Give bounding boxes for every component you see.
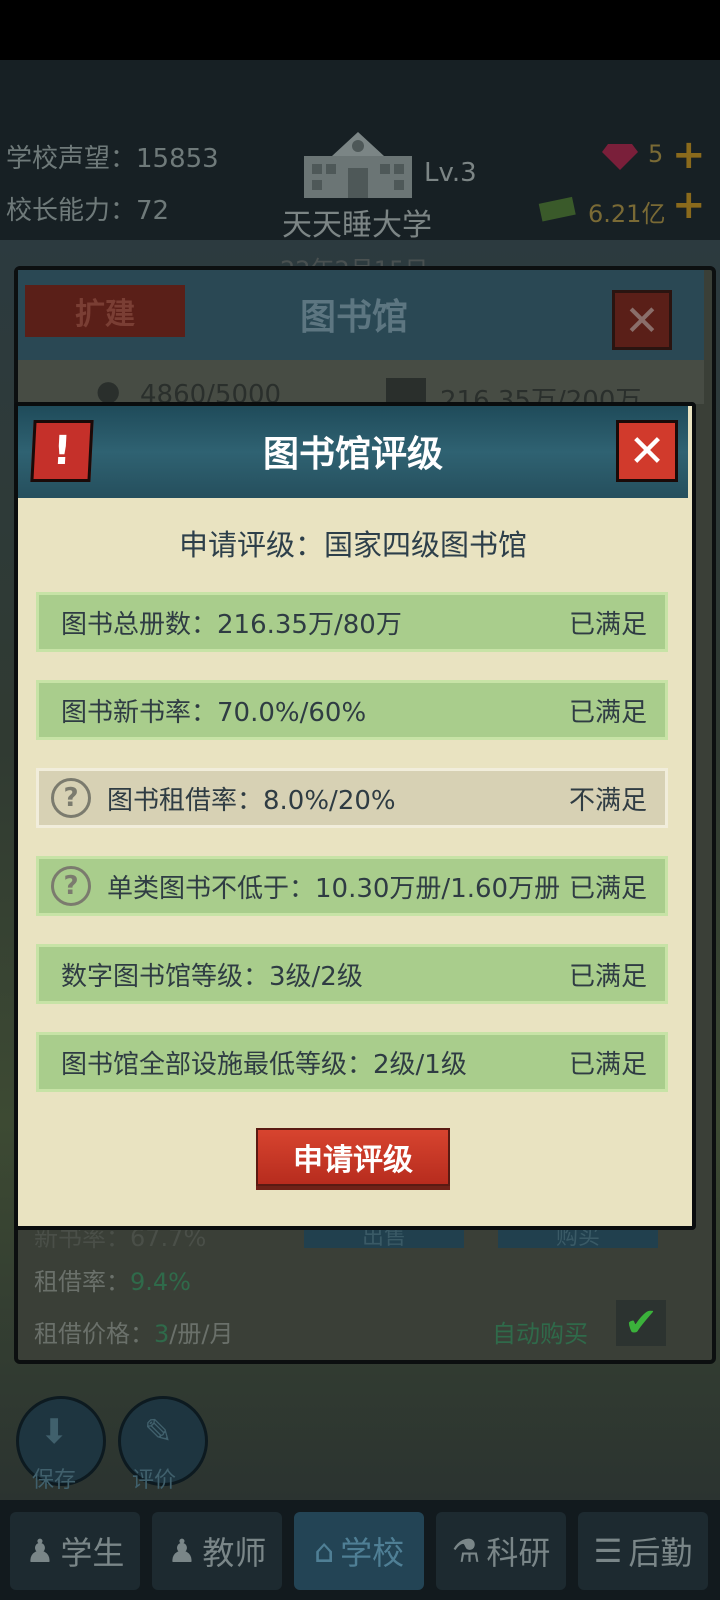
requirement-text: 单类图书不低于：10.30万册/1.60万册 xyxy=(107,873,561,904)
nav-research[interactable]: ⚗ 科研 xyxy=(436,1512,566,1590)
requirement-row: 图书新书率：70.0%/60% 已满足 xyxy=(36,680,668,740)
borrow-rate-row: 租借率：9.4% xyxy=(34,1268,191,1296)
school-icon: ⌂ xyxy=(313,1532,335,1570)
library-close-icon[interactable]: ✕ xyxy=(612,290,672,350)
requirement-text: 图书租借率：8.0%/20% xyxy=(107,785,396,816)
download-icon: ⬇ xyxy=(40,1412,69,1452)
money-icon xyxy=(538,194,578,226)
add-gems-button[interactable]: + xyxy=(672,135,706,175)
auto-buy-label: 自动购买 xyxy=(492,1320,588,1348)
nav-students[interactable]: ♟ 学生 xyxy=(10,1512,140,1590)
requirement-row: ? 图书租借率：8.0%/20% 不满足 xyxy=(36,768,668,828)
requirement-text: 图书馆全部设施最低等级：2级/1级 xyxy=(61,1049,467,1080)
expand-button[interactable]: 扩建 xyxy=(25,285,185,337)
price-row: 租借价格：3/册/月 xyxy=(34,1320,234,1348)
close-icon[interactable]: ✕ xyxy=(616,420,678,482)
review-label: 评价 xyxy=(132,1468,177,1493)
requirement-text: 数字图书馆等级：3级/2级 xyxy=(61,961,363,992)
requirement-status: 已满足 xyxy=(568,697,647,728)
gem-count: 5 xyxy=(648,140,664,168)
requirement-text: 图书新书率：70.0%/60% xyxy=(61,697,367,728)
logistics-icon: ☰ xyxy=(593,1532,623,1570)
help-icon[interactable]: ? xyxy=(51,778,91,818)
research-icon: ⚗ xyxy=(451,1532,481,1570)
auto-buy-checkbox[interactable]: ✔ xyxy=(616,1300,666,1346)
school-name: 天天睡大学 xyxy=(282,208,432,243)
teacher-icon: ♟ xyxy=(167,1532,197,1570)
ability-label: 校长能力：72 xyxy=(6,196,170,226)
requirement-status: 已满足 xyxy=(568,1049,647,1080)
requirement-row: ? 单类图书不低于：10.30万册/1.60万册 已满足 xyxy=(36,856,668,916)
library-title: 图书馆 xyxy=(300,297,409,338)
gem-icon xyxy=(602,140,638,174)
books-icon xyxy=(386,378,426,404)
school-building-icon[interactable] xyxy=(298,128,418,200)
reputation-label: 学校声望：15853 xyxy=(6,144,219,174)
pencil-icon: ✎ xyxy=(144,1412,173,1452)
money-amount: 6.21亿 xyxy=(588,200,666,228)
save-label: 保存 xyxy=(32,1468,77,1493)
nav-school[interactable]: ⌂ 学校 xyxy=(294,1512,424,1590)
status-bar xyxy=(0,0,720,60)
nav-teachers[interactable]: ♟ 教师 xyxy=(152,1512,282,1590)
borrow-rate-value: 9.4% xyxy=(130,1268,191,1296)
requirement-row: 图书馆全部设施最低等级：2级/1级 已满足 xyxy=(36,1032,668,1092)
add-money-button[interactable]: + xyxy=(672,185,706,225)
requirement-text: 图书总册数：216.35万/80万 xyxy=(61,609,402,640)
student-icon: ♟ xyxy=(25,1532,55,1570)
help-icon[interactable]: ? xyxy=(51,866,91,906)
requirement-status: 已满足 xyxy=(568,873,647,904)
requirement-row: 图书总册数：216.35万/80万 已满足 xyxy=(36,592,668,652)
apply-rating-button[interactable]: 申请评级 xyxy=(256,1128,450,1186)
dialog-subtitle: 申请评级：国家四级图书馆 xyxy=(178,528,527,562)
requirement-row: 数字图书馆等级：3级/2级 已满足 xyxy=(36,944,668,1004)
nav-logistics[interactable]: ☰ 后勤 xyxy=(578,1512,708,1590)
requirement-status: 已满足 xyxy=(568,961,647,992)
dialog-title: 图书馆评级 xyxy=(262,434,443,475)
school-level: Lv.3 xyxy=(424,158,477,188)
price-value[interactable]: 3 xyxy=(154,1320,169,1348)
requirement-status: 不满足 xyxy=(568,785,647,816)
requirement-status: 已满足 xyxy=(568,609,647,640)
